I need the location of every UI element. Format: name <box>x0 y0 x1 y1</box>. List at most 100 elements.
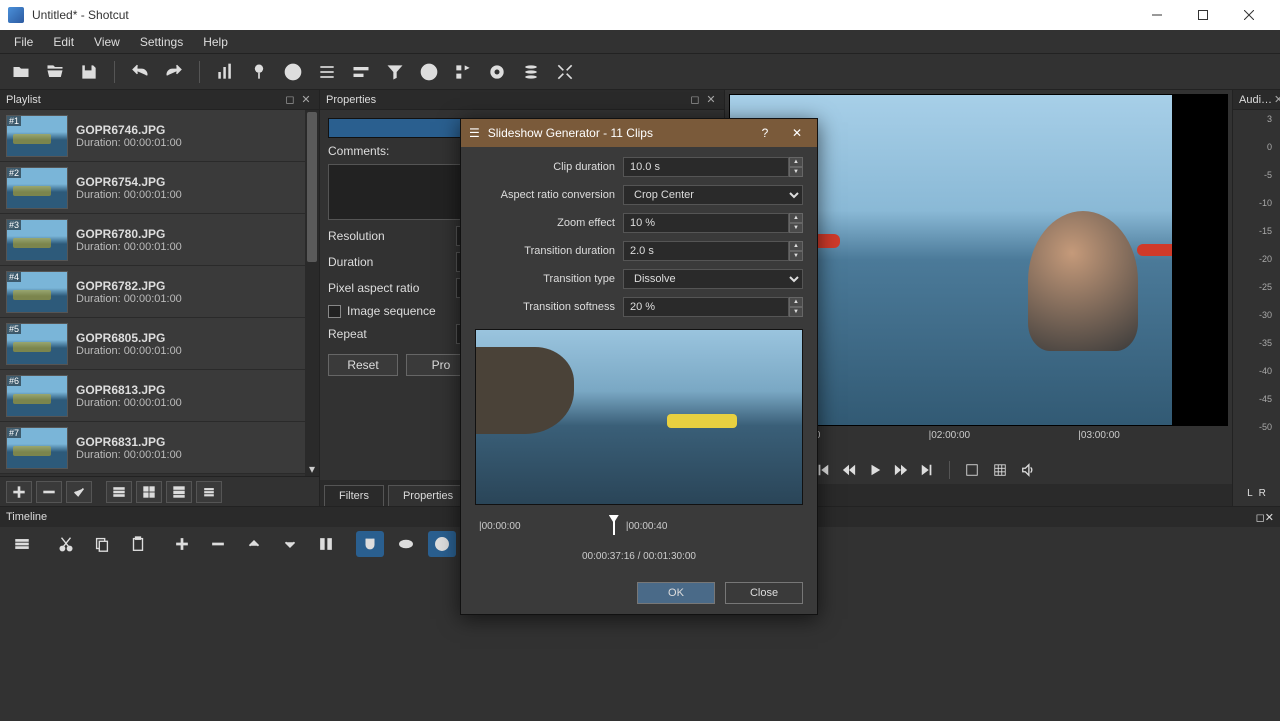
panel-close-icon[interactable]: ✕ <box>299 93 313 107</box>
aspect-select[interactable]: Crop Center <box>623 185 803 205</box>
spin-up-icon[interactable]: ▲ <box>789 213 803 223</box>
scrollbar-thumb[interactable] <box>307 112 317 262</box>
playlist-add-button[interactable] <box>6 481 32 503</box>
paste-icon[interactable] <box>124 531 152 557</box>
properties-title: Properties <box>326 94 376 106</box>
play-icon[interactable] <box>865 460 885 480</box>
undo-icon[interactable] <box>127 59 153 85</box>
spin-down-icon[interactable]: ▼ <box>789 223 803 233</box>
playlist-item[interactable]: #7GOPR6831.JPGDuration: 00:00:01:00 <box>0 422 305 474</box>
panel-float-icon[interactable]: ◻ <box>283 93 297 107</box>
lift-icon[interactable] <box>240 531 268 557</box>
reset-button[interactable]: Reset <box>328 354 398 376</box>
dialog-timeline[interactable]: |00:00:00 |00:00:40 <box>475 519 803 543</box>
ripple-icon[interactable] <box>428 531 456 557</box>
playlist-item[interactable]: #2GOPR6754.JPGDuration: 00:00:01:00 <box>0 162 305 214</box>
export-icon[interactable] <box>484 59 510 85</box>
maximize-button[interactable] <box>1180 0 1226 30</box>
redo-icon[interactable] <box>161 59 187 85</box>
playlist-scrollbar[interactable]: ▴ ▾ <box>305 110 319 476</box>
minimize-button[interactable] <box>1134 0 1180 30</box>
recent-icon[interactable] <box>280 59 306 85</box>
spin-down-icon[interactable]: ▼ <box>789 307 803 317</box>
help-icon[interactable]: ? <box>753 121 777 145</box>
clip-duration-input[interactable] <box>623 157 789 177</box>
panel-close-icon[interactable]: ✕ <box>704 93 718 107</box>
timeline-icon[interactable] <box>348 59 374 85</box>
spin-up-icon[interactable]: ▲ <box>789 241 803 251</box>
fastfwd-icon[interactable] <box>891 460 911 480</box>
audio-meter-panel: Audi…✕ 30-5 -10-15-20 -25-30-35 -40-45-5… <box>1232 90 1280 506</box>
overwrite-icon[interactable] <box>276 531 304 557</box>
view-detailed-icon[interactable] <box>106 481 132 503</box>
menu-edit[interactable]: Edit <box>43 32 84 52</box>
titlebar: Untitled* - Shotcut <box>0 0 1280 30</box>
image-seq-checkbox[interactable] <box>328 305 341 318</box>
split-icon[interactable] <box>312 531 340 557</box>
spin-up-icon[interactable]: ▲ <box>789 297 803 307</box>
playlist-icon[interactable] <box>314 59 340 85</box>
playlist-update-button[interactable] <box>66 481 92 503</box>
panel-close-icon[interactable]: ✕ <box>1274 93 1280 107</box>
snap-icon[interactable] <box>356 531 384 557</box>
ok-button[interactable]: OK <box>637 582 715 604</box>
close-button[interactable] <box>1226 0 1272 30</box>
properties-icon[interactable] <box>246 59 272 85</box>
playlist-list[interactable]: #1GOPR6746.JPGDuration: 00:00:01:00 #2GO… <box>0 110 305 476</box>
volume-icon[interactable] <box>1018 460 1038 480</box>
filters-icon[interactable] <box>382 59 408 85</box>
keyframes-icon[interactable] <box>416 59 442 85</box>
scroll-down-icon[interactable]: ▾ <box>305 462 319 476</box>
dialog-timecode: 00:00:37:16 / 00:01:30:00 <box>475 551 803 562</box>
menu-settings[interactable]: Settings <box>130 32 193 52</box>
open-file-icon[interactable] <box>8 59 34 85</box>
spin-down-icon[interactable]: ▼ <box>789 251 803 261</box>
playlist-remove-button[interactable] <box>36 481 62 503</box>
tab-properties[interactable]: Properties <box>388 485 468 506</box>
close-button[interactable]: Close <box>725 582 803 604</box>
peak-meter-icon[interactable] <box>212 59 238 85</box>
window-title: Untitled* - Shotcut <box>32 8 1134 22</box>
jobs-icon[interactable] <box>518 59 544 85</box>
tl-menu-icon[interactable] <box>8 531 36 557</box>
copy-icon[interactable] <box>88 531 116 557</box>
cut-icon[interactable] <box>52 531 80 557</box>
playlist-item[interactable]: #6GOPR6813.JPGDuration: 00:00:01:00 <box>0 370 305 422</box>
menu-file[interactable]: File <box>4 32 43 52</box>
transition-softness-input[interactable] <box>623 297 789 317</box>
dialog-title: Slideshow Generator - 11 Clips <box>488 126 653 140</box>
open-other-icon[interactable] <box>42 59 68 85</box>
spin-down-icon[interactable]: ▼ <box>789 167 803 177</box>
tab-filters[interactable]: Filters <box>324 485 384 506</box>
transition-duration-input[interactable] <box>623 241 789 261</box>
save-icon[interactable] <box>76 59 102 85</box>
view-icons-icon[interactable] <box>166 481 192 503</box>
zoom-fit-icon[interactable] <box>962 460 982 480</box>
list-icon: ☰ <box>469 126 480 140</box>
panel-float-icon[interactable]: ◻ <box>1256 511 1265 524</box>
playlist-menu-icon[interactable] <box>196 481 222 503</box>
history-icon[interactable] <box>450 59 476 85</box>
menu-view[interactable]: View <box>84 32 130 52</box>
playhead-icon[interactable] <box>613 519 615 535</box>
playlist-item[interactable]: #4GOPR6782.JPGDuration: 00:00:01:00 <box>0 266 305 318</box>
view-tiles-icon[interactable] <box>136 481 162 503</box>
transition-type-select[interactable]: Dissolve <box>623 269 803 289</box>
dialog-close-icon[interactable]: ✕ <box>785 121 809 145</box>
panel-float-icon[interactable]: ◻ <box>688 93 702 107</box>
playlist-item[interactable]: #5GOPR6805.JPGDuration: 00:00:01:00 <box>0 318 305 370</box>
remove-icon[interactable] <box>204 531 232 557</box>
panel-close-icon[interactable]: ✕ <box>1265 511 1274 524</box>
fullscreen-icon[interactable] <box>552 59 578 85</box>
menu-help[interactable]: Help <box>193 32 238 52</box>
playlist-item[interactable]: #3GOPR6780.JPGDuration: 00:00:01:00 <box>0 214 305 266</box>
rewind-icon[interactable] <box>839 460 859 480</box>
spin-up-icon[interactable]: ▲ <box>789 157 803 167</box>
slideshow-dialog: ☰ Slideshow Generator - 11 Clips ? ✕ Cli… <box>460 118 818 615</box>
append-icon[interactable] <box>168 531 196 557</box>
scrub-icon[interactable] <box>392 531 420 557</box>
playlist-item[interactable]: #1GOPR6746.JPGDuration: 00:00:01:00 <box>0 110 305 162</box>
skip-next-icon[interactable] <box>917 460 937 480</box>
zoom-input[interactable] <box>623 213 789 233</box>
grid-icon[interactable] <box>990 460 1010 480</box>
